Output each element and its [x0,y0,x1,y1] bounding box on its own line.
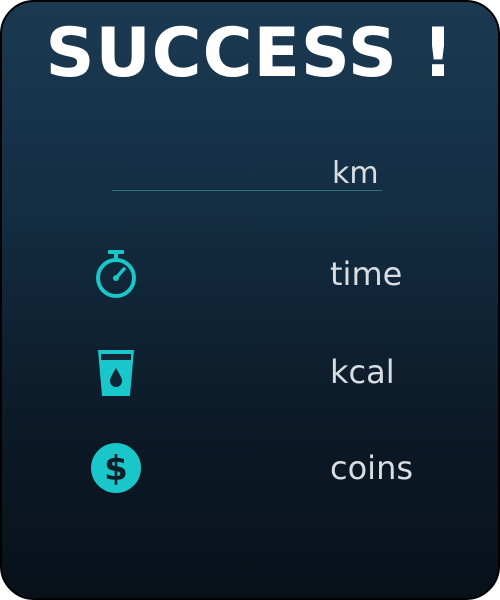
stat-row-coins: $ coins [2,438,498,498]
distance-unit: km [332,156,379,191]
distance-divider [112,190,382,191]
stat-row-time: time [2,244,498,304]
page-title: SUCCESS ! [45,14,455,93]
success-card: SUCCESS ! km time kcal $ coins [0,0,500,600]
time-label: time [330,255,403,293]
svg-text:$: $ [104,449,128,489]
water-cup-icon [98,350,134,396]
coins-label: coins [330,449,414,487]
kcal-label: kcal [330,353,395,391]
stopwatch-icon [96,250,136,298]
dollar-coin-icon: $ [91,443,141,493]
stat-row-kcal: kcal [2,342,498,402]
